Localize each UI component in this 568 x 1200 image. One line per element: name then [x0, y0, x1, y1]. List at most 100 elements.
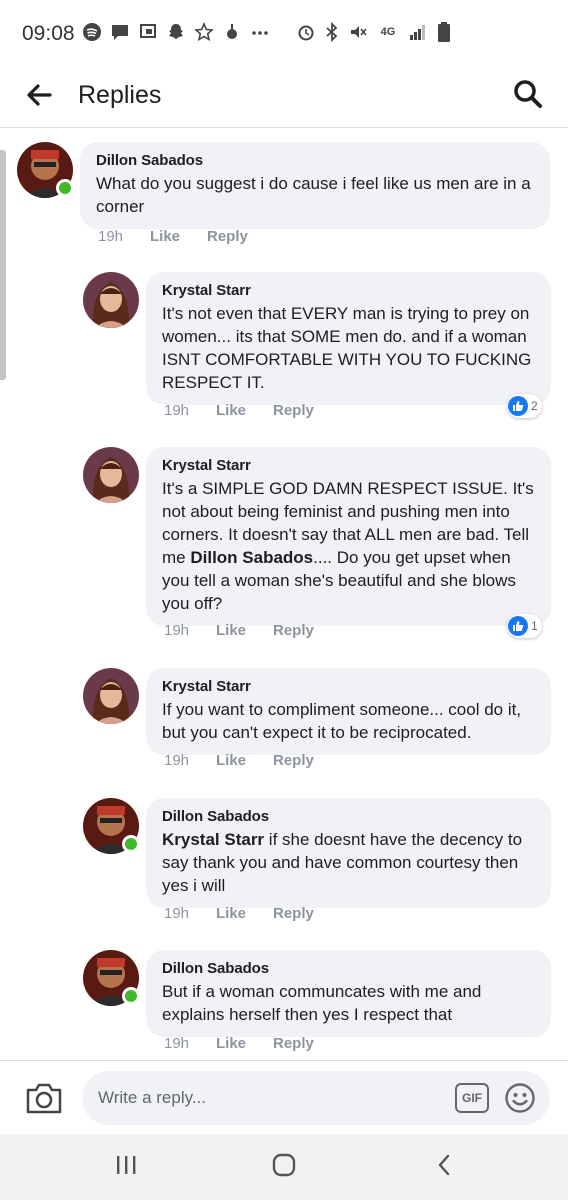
home-icon [271, 1152, 297, 1183]
like-button[interactable]: Like [216, 752, 273, 769]
like-button[interactable]: Like [216, 402, 273, 419]
status-bar: 09:08 4G [0, 0, 568, 70]
spotify-icon [82, 22, 102, 42]
comment-bubble[interactable]: Krystal Starr It's a SIMPLE GOD DAMN RES… [146, 447, 551, 626]
comment-timestamp: 19h [98, 228, 124, 245]
comment-actions: 19h Like Reply [164, 905, 314, 922]
online-indicator [56, 179, 74, 197]
mention-link[interactable]: Krystal Starr [162, 830, 264, 849]
home-button[interactable] [264, 1152, 304, 1182]
thumbs-up-icon [508, 396, 528, 416]
reaction-count: 1 [531, 619, 538, 633]
smiley-icon [504, 1083, 536, 1118]
comment-author[interactable]: Krystal Starr [162, 678, 535, 695]
reply-button[interactable]: Reply [273, 905, 314, 922]
more-notifications-icon [250, 22, 270, 42]
comment-bubble[interactable]: Krystal Starr If you want to compliment … [146, 668, 551, 755]
comment-author[interactable]: Dillon Sabados [162, 960, 535, 977]
reply-button[interactable]: Reply [273, 622, 314, 639]
system-nav-bar [0, 1134, 568, 1200]
arrow-left-icon [26, 83, 52, 111]
comment-timestamp: 19h [164, 752, 190, 769]
like-button[interactable]: Like [216, 1035, 273, 1052]
camera-icon [25, 1083, 63, 1119]
search-icon [513, 79, 543, 114]
recents-button[interactable] [106, 1152, 146, 1182]
reaction-summary[interactable]: 1 [507, 614, 542, 638]
comment-item: Krystal Starr It's not even that EVERY m… [83, 272, 553, 432]
comment-actions: 19h Like Reply [164, 1035, 314, 1052]
comment-actions: 19h Like Reply [164, 402, 314, 419]
comment-actions: 19h Like Reply [98, 228, 248, 245]
camera-button[interactable] [25, 1081, 63, 1115]
comment-text: It's not even that EVERY man is trying t… [162, 304, 532, 392]
comment-bubble[interactable]: Dillon Sabados What do you suggest i do … [80, 142, 550, 229]
nav-back-button[interactable] [424, 1152, 464, 1182]
bluetooth-icon [322, 22, 342, 42]
comment-bubble[interactable]: Dillon Sabados Krystal Starr if she does… [146, 798, 551, 908]
app-icon [222, 22, 242, 42]
reply-field: GIF [82, 1071, 550, 1125]
avatar[interactable] [83, 447, 139, 503]
comment-timestamp: 19h [164, 905, 190, 922]
online-indicator [122, 835, 140, 853]
app-header: Replies [0, 70, 568, 128]
cast-icon [138, 22, 158, 42]
comment-thread: Dillon Sabados What do you suggest i do … [0, 128, 568, 1060]
comment-actions: 19h Like Reply [164, 752, 314, 769]
comment-item: Dillon Sabados What do you suggest i do … [17, 142, 552, 262]
comment-timestamp: 19h [164, 622, 190, 639]
avatar[interactable] [83, 272, 139, 328]
comment-text: Krystal Starr if she doesnt have the dec… [162, 828, 535, 897]
alarm-icon [296, 22, 316, 42]
like-button[interactable]: Like [150, 228, 207, 245]
emoji-button[interactable] [504, 1082, 536, 1114]
comment-text: If you want to compliment someone... coo… [162, 700, 522, 742]
reply-button[interactable]: Reply [273, 1035, 314, 1052]
reply-composer: GIF [0, 1060, 568, 1134]
page-title: Replies [78, 81, 162, 109]
reaction-count: 2 [531, 399, 538, 413]
recents-icon [114, 1154, 138, 1181]
comment-bubble[interactable]: Dillon Sabados But if a woman communcate… [146, 950, 551, 1037]
comment-author[interactable]: Dillon Sabados [162, 808, 535, 825]
comment-item: Dillon Sabados But if a woman communcate… [83, 950, 553, 1060]
online-indicator [122, 987, 140, 1005]
star-icon [194, 22, 214, 42]
message-icon [110, 22, 130, 42]
search-button[interactable] [510, 78, 546, 114]
status-time: 09:08 [22, 22, 75, 45]
comment-text: But if a woman communcates with me and e… [162, 982, 482, 1024]
comment-timestamp: 19h [164, 402, 190, 419]
network-4g-icon: 4G [374, 22, 402, 42]
comment-author[interactable]: Krystal Starr [162, 457, 535, 474]
comment-actions: 19h Like Reply [164, 622, 314, 639]
comment-author[interactable]: Krystal Starr [162, 282, 535, 299]
comment-author[interactable]: Dillon Sabados [96, 152, 534, 169]
back-button[interactable] [22, 80, 56, 114]
like-button[interactable]: Like [216, 905, 273, 922]
reaction-summary[interactable]: 2 [507, 394, 542, 418]
gif-button[interactable]: GIF [455, 1083, 489, 1113]
reply-button[interactable]: Reply [273, 752, 314, 769]
comment-item: Krystal Starr It's a SIMPLE GOD DAMN RES… [83, 447, 553, 652]
battery-icon [434, 22, 454, 42]
chevron-left-icon [435, 1153, 453, 1182]
comment-text: What do you suggest i do cause i feel li… [96, 174, 531, 216]
reply-button[interactable]: Reply [273, 402, 314, 419]
thumbs-up-icon [508, 616, 528, 636]
comment-item: Krystal Starr If you want to compliment … [83, 668, 553, 778]
comment-timestamp: 19h [164, 1035, 190, 1052]
system-icons: 4G [296, 22, 454, 42]
like-button[interactable]: Like [216, 622, 273, 639]
reply-button[interactable]: Reply [207, 228, 248, 245]
comment-bubble[interactable]: Krystal Starr It's not even that EVERY m… [146, 272, 551, 405]
mention-link[interactable]: Dillon Sabados [190, 548, 313, 567]
comment-item: Dillon Sabados Krystal Starr if she does… [83, 798, 553, 933]
signal-icon [408, 22, 428, 42]
comment-text: It's a SIMPLE GOD DAMN RESPECT ISSUE. It… [162, 477, 535, 615]
avatar[interactable] [83, 668, 139, 724]
reply-input[interactable] [98, 1071, 438, 1125]
mute-icon [348, 22, 368, 42]
snapchat-icon [166, 22, 186, 42]
